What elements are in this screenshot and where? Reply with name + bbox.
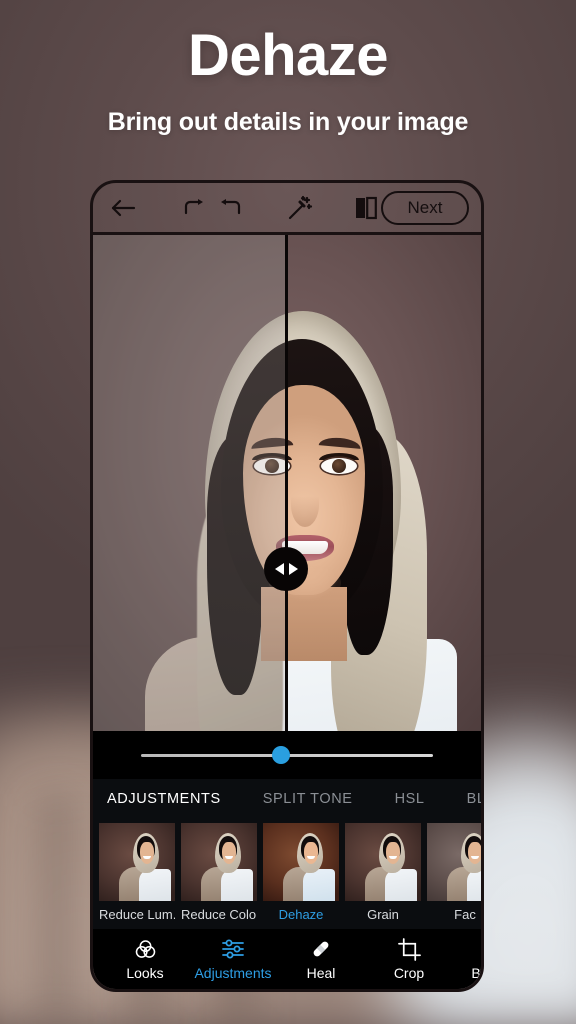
filter-thumbnail <box>427 823 481 901</box>
split-compare-handle-icon[interactable] <box>264 547 308 591</box>
adjustment-slider-row[interactable] <box>93 731 481 779</box>
filter-label: Fac <box>454 907 476 922</box>
category-tab-bar[interactable]: ADJUSTMENTS SPLIT TONE HSL BLUR VIG <box>93 779 481 819</box>
filter-thumbnail <box>99 823 175 901</box>
arrow-left-glyph <box>274 563 284 575</box>
nav-label: Heal <box>306 965 336 981</box>
filter-label: Dehaze <box>278 907 324 922</box>
eye-right <box>321 458 357 474</box>
nav-label: Looks <box>126 965 164 981</box>
slider-thumb[interactable] <box>272 746 291 764</box>
before-after-compare-icon[interactable] <box>350 188 381 228</box>
nav-item-crop[interactable]: Crop <box>365 937 453 981</box>
tab-blur[interactable]: BLUR <box>467 791 481 807</box>
filter-item-reduce-color[interactable]: Reduce Colo.. <box>181 823 257 929</box>
redo-icon[interactable] <box>214 188 245 228</box>
slider-track[interactable] <box>141 746 433 764</box>
filter-label: Reduce Lum.. <box>99 907 175 922</box>
bottom-nav-bar[interactable]: Looks Adjustments Heal Crop B <box>93 929 481 989</box>
nav-label: Crop <box>393 965 425 981</box>
iris-right <box>332 459 346 473</box>
filter-item-dehaze[interactable]: Dehaze <box>263 823 339 929</box>
magic-wand-icon[interactable] <box>283 188 316 228</box>
nav-item-looks[interactable]: Looks <box>101 937 189 981</box>
arrow-right-glyph <box>288 563 298 575</box>
heal-bandage-icon <box>309 937 333 961</box>
tab-adjustments[interactable]: ADJUSTMENTS <box>107 791 221 807</box>
photo-canvas[interactable]: ADJUSTMENTS SPLIT TONE HSL BLUR VIG Redu… <box>93 235 481 989</box>
phone-mockup-frame: Next ADJUSTMENTS SPLIT TONE HSL B Reduce… <box>90 180 484 992</box>
back-arrow-icon[interactable] <box>105 188 141 228</box>
tab-split-tone[interactable]: SPLIT TONE <box>263 791 353 807</box>
filter-thumbnail <box>345 823 421 901</box>
filter-item-grain[interactable]: Grain <box>345 823 421 929</box>
filter-label: Reduce Colo.. <box>181 907 257 922</box>
nav-item-adjustments[interactable]: Adjustments <box>189 937 277 981</box>
nose <box>291 483 319 527</box>
next-button[interactable]: Next <box>381 190 469 225</box>
filter-thumbnail <box>263 823 339 901</box>
editor-panel: ADJUSTMENTS SPLIT TONE HSL BLUR VIG Redu… <box>93 731 481 989</box>
editor-toolbar: Next <box>93 183 481 235</box>
tab-hsl[interactable]: HSL <box>395 791 425 807</box>
filter-label: Grain <box>367 907 399 922</box>
filter-item-reduce-luminance[interactable]: Reduce Lum.. <box>99 823 175 929</box>
nav-item-heal[interactable]: Heal <box>277 937 365 981</box>
filter-thumbnail-strip[interactable]: Reduce Lum.. Reduce Colo.. Dehaze Grain … <box>93 819 481 929</box>
page-subtitle: Bring out details in your image <box>107 108 469 136</box>
crop-icon <box>397 937 421 961</box>
filter-thumbnail <box>181 823 257 901</box>
filter-item-face[interactable]: Fac <box>427 823 481 929</box>
page-title: Dehaze <box>187 23 389 88</box>
nav-label: Adjustments <box>194 965 272 981</box>
nav-item-background[interactable]: Backgro <box>453 937 481 981</box>
nav-label: Backgro <box>471 965 481 981</box>
looks-venn-icon <box>134 937 157 961</box>
undo-icon[interactable] <box>179 188 210 228</box>
sliders-icon <box>221 937 245 961</box>
